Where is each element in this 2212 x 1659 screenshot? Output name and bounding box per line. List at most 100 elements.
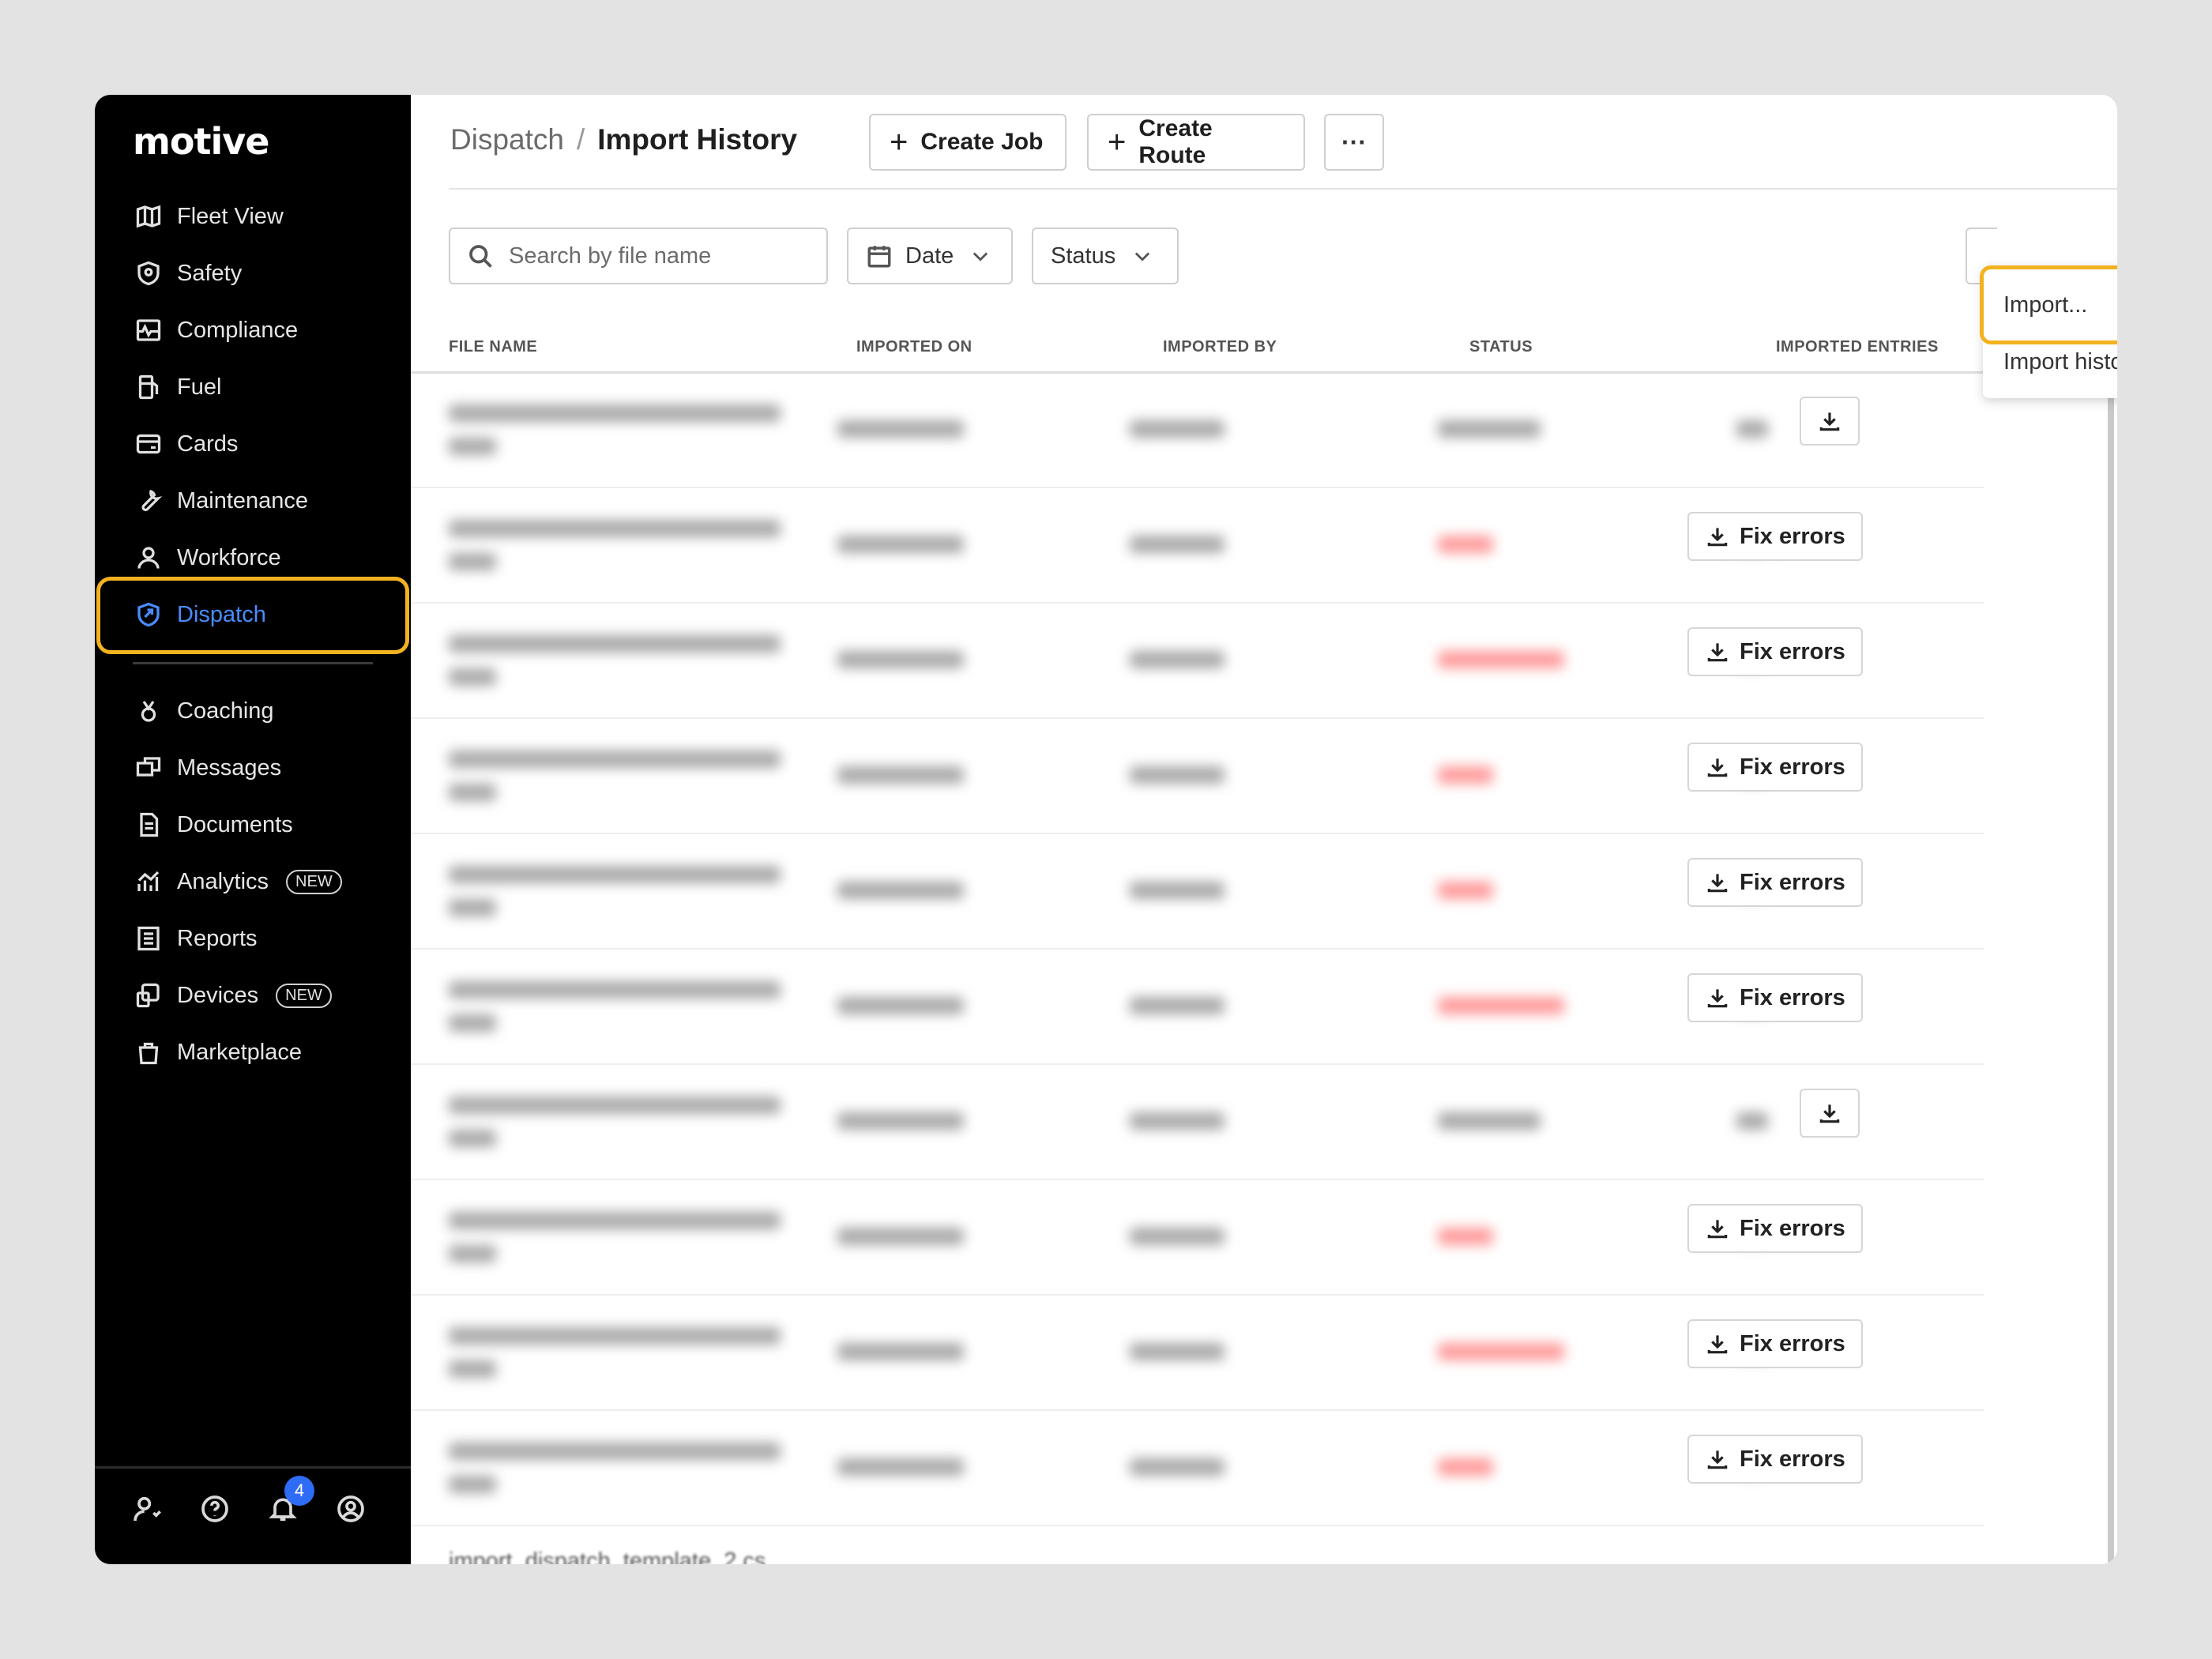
reports-icon (133, 923, 164, 954)
table-row[interactable]: Fix errors (411, 1296, 2109, 1411)
table-row[interactable]: Fix errors (411, 604, 2109, 719)
file-name-cell (449, 1360, 496, 1378)
breadcrumb-dispatch[interactable]: Dispatch (450, 123, 564, 156)
download-icon (1707, 528, 1728, 547)
fix-errors-button[interactable]: Fix errors (1687, 1204, 1863, 1253)
sidebar-bottom-divider (95, 1466, 411, 1469)
file-name-cell (449, 750, 781, 768)
fix-errors-button[interactable]: Fix errors (1687, 1319, 1863, 1368)
wrench-icon (133, 485, 164, 517)
file-name-cell (449, 404, 781, 422)
sidebar-item-fuel[interactable]: Fuel (133, 365, 221, 409)
scrollbar[interactable] (2108, 373, 2114, 1564)
fix-errors-button[interactable]: Fix errors (1687, 512, 1863, 561)
bag-icon (133, 1036, 164, 1068)
document-icon (133, 809, 164, 841)
table-row[interactable]: Fix errors (411, 950, 2109, 1065)
sidebar-item-safety[interactable]: Safety (133, 251, 242, 295)
fix-errors-button[interactable]: Fix errors (1687, 1435, 1863, 1484)
file-name-cell (449, 520, 781, 537)
analytics-icon (133, 866, 164, 897)
motive-logo[interactable]: motive (133, 120, 269, 163)
date-filter[interactable]: Date (847, 228, 1013, 284)
fix-errors-button[interactable]: Fix errors (1687, 973, 1863, 1022)
file-name-cell (449, 1443, 781, 1460)
table-row[interactable]: Fix errors (411, 488, 2109, 604)
fix-errors-button[interactable]: Fix errors (1687, 743, 1863, 792)
file-name-cell (449, 1097, 781, 1114)
sidebar-item-compliance[interactable]: Compliance (133, 308, 298, 352)
download-button[interactable] (1800, 397, 1860, 446)
calendar-icon (867, 246, 891, 268)
download-icon (1707, 1220, 1728, 1239)
sidebar-item-fleet-view[interactable]: Fleet View (133, 194, 284, 239)
sidebar-item-reports[interactable]: Reports (133, 916, 258, 961)
shield-icon (133, 258, 164, 289)
download-button[interactable] (1800, 1089, 1860, 1138)
column-header-imported-by[interactable]: IMPORTED BY (1163, 338, 1277, 356)
status-cell (1438, 766, 1493, 784)
row-divider (411, 1525, 1984, 1526)
person-icon (133, 542, 164, 574)
column-header-file-name[interactable]: FILE NAME (449, 338, 537, 356)
table-row[interactable]: Fix errors (411, 1180, 2109, 1296)
sidebar-item-cards[interactable]: Cards (133, 422, 238, 466)
sidebar-item-maintenance[interactable]: Maintenance (133, 479, 308, 523)
fix-errors-button[interactable]: Fix errors (1687, 858, 1863, 907)
status-cell (1438, 651, 1564, 668)
imported-on-cell (837, 1112, 964, 1130)
file-name-cell (449, 1212, 781, 1229)
imported-by-cell (1130, 882, 1224, 899)
fix-errors-label: Fix errors (1740, 869, 1845, 895)
file-name-cell (449, 899, 496, 916)
sidebar-item-documents[interactable]: Documents (133, 803, 293, 847)
create-job-button[interactable]: + Create Job (869, 114, 1066, 171)
file-name-cell (449, 1245, 496, 1262)
table-row[interactable] (411, 1065, 2109, 1180)
map-icon (133, 201, 164, 232)
help-icon[interactable] (199, 1493, 231, 1525)
sidebar-item-marketplace[interactable]: Marketplace (133, 1030, 302, 1074)
date-filter-label: Date (905, 243, 954, 269)
sidebar-divider (133, 662, 373, 664)
sidebar-item-label: Reports (177, 925, 258, 951)
sidebar-item-label: Cards (177, 431, 239, 457)
sidebar-item-label: Compliance (177, 317, 299, 343)
breadcrumb: Dispatch / Import History (450, 123, 797, 156)
menu-item-import-history[interactable]: Import history (2003, 349, 2117, 375)
column-header-imported-on[interactable]: IMPORTED ON (856, 338, 972, 356)
status-filter[interactable]: Status (1032, 228, 1179, 284)
sidebar-item-messages[interactable]: Messages (133, 746, 281, 790)
fix-errors-label: Fix errors (1740, 638, 1845, 664)
user-settings-icon[interactable] (131, 1493, 163, 1525)
column-header-status[interactable]: STATUS (1469, 338, 1533, 356)
import-highlight-outline (1980, 265, 2117, 344)
download-icon (1707, 1335, 1728, 1354)
sidebar-item-workforce[interactable]: Workforce (133, 536, 281, 580)
file-name-cell (449, 438, 496, 455)
bell-icon[interactable]: 4 (267, 1476, 314, 1525)
search-box[interactable] (449, 228, 828, 284)
sidebar-item-devices[interactable]: Devices NEW (133, 973, 332, 1018)
file-name-cell (449, 981, 781, 999)
search-input[interactable] (509, 243, 809, 269)
sidebar-item-label: Workforce (177, 544, 281, 570)
fix-errors-button[interactable]: Fix errors (1687, 627, 1863, 676)
file-name-cell (449, 1014, 496, 1032)
table-row[interactable]: Fix errors (411, 834, 2109, 950)
more-options-button[interactable]: ··· (1324, 114, 1384, 171)
table-row[interactable] (411, 373, 2109, 488)
imported-on-cell (837, 1228, 964, 1245)
imported-on-cell (837, 420, 964, 438)
messages-icon (133, 752, 164, 784)
imported-on-cell (837, 882, 964, 899)
table-row[interactable]: Fix errors (411, 1411, 2109, 1526)
imported-on-cell (837, 997, 964, 1014)
file-name-cell (449, 635, 781, 653)
table-row[interactable]: Fix errors (411, 719, 2109, 834)
account-icon[interactable] (335, 1493, 367, 1525)
sidebar-item-coaching[interactable]: Coaching (133, 689, 274, 733)
create-route-button[interactable]: + Create Route (1087, 114, 1305, 171)
column-header-imported-entries[interactable]: IMPORTED ENTRIES (1776, 338, 1939, 356)
sidebar-item-analytics[interactable]: Analytics NEW (133, 860, 342, 904)
